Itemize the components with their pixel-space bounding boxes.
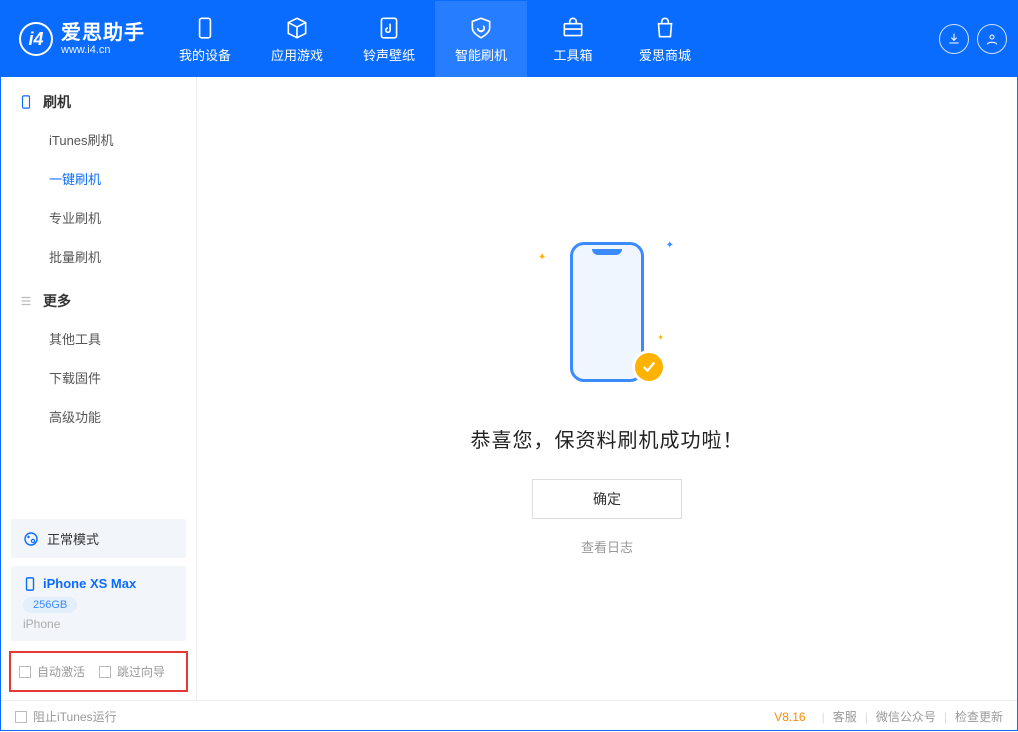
checkbox-label: 跳过向导: [117, 663, 165, 680]
phone-small-icon: [23, 577, 37, 591]
tab-my-device[interactable]: 我的设备: [159, 1, 251, 77]
tab-label: 爱思商城: [639, 45, 691, 64]
ok-button[interactable]: 确定: [532, 479, 682, 519]
bag-icon: [652, 15, 678, 41]
success-message: 恭喜您，保资料刷机成功啦！: [471, 424, 744, 453]
sidebar-item-download-firmware[interactable]: 下载固件: [1, 358, 196, 397]
sparkle-icon: ✦: [657, 333, 664, 342]
header-right: [939, 1, 1017, 77]
phone-icon: [192, 15, 218, 41]
flash-options-box: 自动激活 跳过向导: [9, 651, 188, 692]
check-badge-icon: [632, 350, 666, 384]
tab-label: 应用游戏: [271, 45, 323, 64]
app-logo: i4 爱思助手 www.i4.cn: [1, 1, 159, 77]
sparkle-icon: ✦: [666, 240, 674, 251]
sidebar: 刷机 iTunes刷机 一键刷机 专业刷机 批量刷机 更多 其他工具 下载固件 …: [1, 77, 197, 700]
download-button[interactable]: [939, 24, 969, 54]
tab-apps-games[interactable]: 应用游戏: [251, 1, 343, 77]
sidebar-item-oneclick-flash[interactable]: 一键刷机: [1, 159, 196, 198]
tab-toolbox[interactable]: 工具箱: [527, 1, 619, 77]
cube-icon: [284, 15, 310, 41]
checkbox-icon: [15, 711, 27, 723]
sidebar-group-more: 更多: [1, 276, 196, 319]
music-icon: [376, 15, 402, 41]
group-title-text: 更多: [43, 291, 71, 311]
checkbox-label: 阻止iTunes运行: [33, 708, 117, 725]
group-title-text: 刷机: [43, 92, 71, 112]
tab-label: 工具箱: [553, 45, 592, 64]
tab-ringtones[interactable]: 铃声壁纸: [343, 1, 435, 77]
app-name-cn: 爱思助手: [61, 22, 145, 44]
refresh-shield-icon: [468, 15, 494, 41]
sidebar-item-advanced[interactable]: 高级功能: [1, 397, 196, 436]
mode-label: 正常模式: [47, 529, 99, 548]
app-header: i4 爱思助手 www.i4.cn 我的设备 应用游戏 铃声壁纸 智能刷机 工具…: [1, 1, 1017, 77]
sidebar-item-itunes-flash[interactable]: iTunes刷机: [1, 120, 196, 159]
sidebar-item-other-tools[interactable]: 其他工具: [1, 319, 196, 358]
sidebar-item-batch-flash[interactable]: 批量刷机: [1, 237, 196, 276]
main-content: ✦ ✦ ✦ 恭喜您，保资料刷机成功啦！ 确定 查看日志: [197, 77, 1017, 700]
tab-store[interactable]: 爱思商城: [619, 1, 711, 77]
checkbox-block-itunes[interactable]: 阻止iTunes运行: [15, 708, 117, 725]
tab-label: 智能刷机: [455, 45, 507, 64]
capacity-badge: 256GB: [23, 597, 77, 613]
sparkle-icon: ✦: [538, 252, 546, 263]
version-label: V8.16: [774, 710, 805, 724]
checkbox-icon: [99, 666, 111, 678]
mode-card[interactable]: 正常模式: [11, 519, 186, 558]
checkbox-icon: [19, 666, 31, 678]
list-icon: [19, 294, 33, 308]
status-bar: 阻止iTunes运行 V8.16 | 客服 | 微信公众号 | 检查更新: [1, 700, 1017, 732]
device-type: iPhone: [23, 617, 174, 631]
sidebar-item-pro-flash[interactable]: 专业刷机: [1, 198, 196, 237]
footer-link-update[interactable]: 检查更新: [955, 708, 1003, 725]
footer-link-support[interactable]: 客服: [833, 708, 857, 725]
tab-label: 铃声壁纸: [363, 45, 415, 64]
checkbox-skip-guide[interactable]: 跳过向导: [99, 663, 165, 680]
device-icon: [19, 95, 33, 109]
app-name-en: www.i4.cn: [61, 44, 145, 56]
logo-icon: i4: [19, 22, 53, 56]
account-button[interactable]: [977, 24, 1007, 54]
checkbox-auto-activate[interactable]: 自动激活: [19, 663, 85, 680]
tab-smart-flash[interactable]: 智能刷机: [435, 1, 527, 77]
tab-label: 我的设备: [179, 45, 231, 64]
device-card[interactable]: iPhone XS Max 256GB iPhone: [11, 566, 186, 641]
mode-icon: [23, 531, 39, 547]
footer-link-wechat[interactable]: 微信公众号: [876, 708, 936, 725]
toolbox-icon: [560, 15, 586, 41]
view-log-link[interactable]: 查看日志: [581, 537, 633, 556]
success-illustration: ✦ ✦ ✦: [552, 222, 662, 402]
header-tabs: 我的设备 应用游戏 铃声壁纸 智能刷机 工具箱 爱思商城: [159, 1, 711, 77]
checkbox-label: 自动激活: [37, 663, 85, 680]
device-name: iPhone XS Max: [23, 576, 174, 591]
sidebar-group-flash: 刷机: [1, 77, 196, 120]
